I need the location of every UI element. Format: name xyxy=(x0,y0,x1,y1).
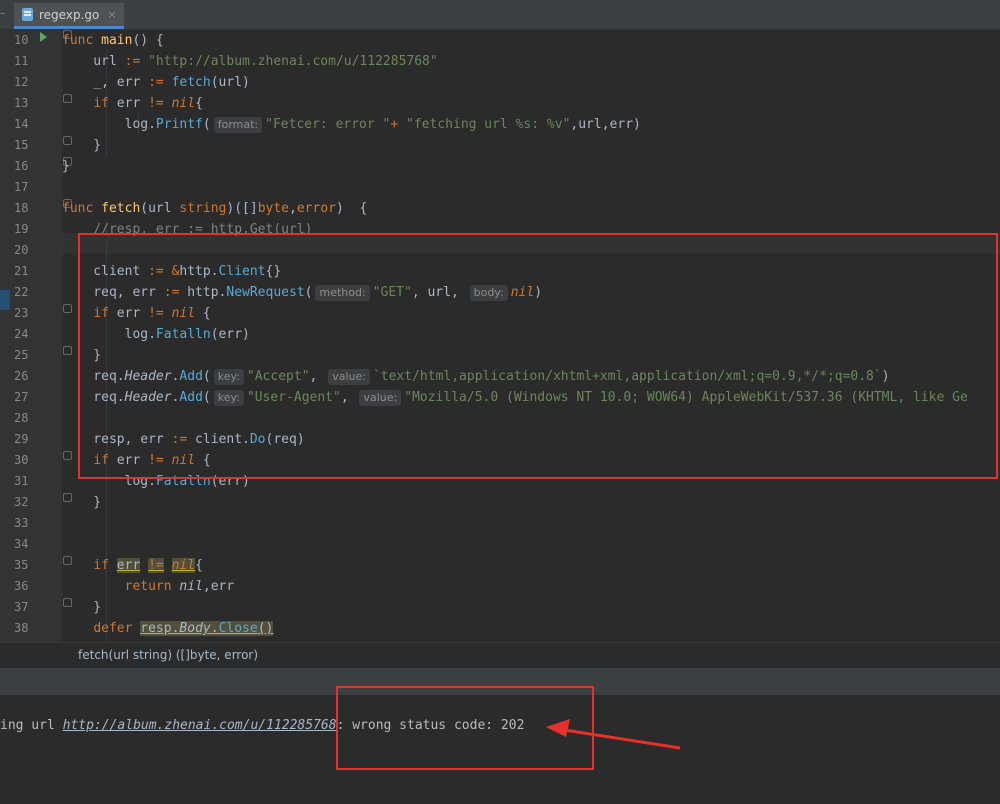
tab-regexp-go[interactable]: regexp.go × xyxy=(14,3,124,29)
code-line-18: func fetch(url string)([]byte,error) { xyxy=(62,201,368,216)
line-number: 32 xyxy=(14,495,29,509)
line-number: 19 xyxy=(14,222,29,236)
code-line-15: } xyxy=(62,138,102,153)
line-number: 16 xyxy=(14,159,29,173)
go-file-icon xyxy=(22,8,33,21)
line-number: 14 xyxy=(14,117,29,131)
code-line-25: } xyxy=(62,348,102,363)
code-line-35: if err != nil{ xyxy=(93,558,203,573)
run-console[interactable]: ing url http://album.zhenai.com/u/112285… xyxy=(0,695,1000,804)
code-line-12: _, err := fetch(url) xyxy=(62,75,250,90)
run-icon[interactable] xyxy=(40,32,47,42)
code-line-26: req.Header.Add(key: "Accept", value: `text… xyxy=(62,369,890,385)
code-line-16: } xyxy=(62,159,70,174)
code-line-21: client := &http.Client{} xyxy=(62,264,282,279)
line-number: 36 xyxy=(14,579,29,593)
code-line-31: log.Fatalln(err) xyxy=(62,474,250,489)
line-number: 38 xyxy=(14,621,29,635)
tab-label: regexp.go xyxy=(39,7,100,22)
code-line-27: req.Header.Add(key: "User-Agent", value: "… xyxy=(62,390,968,406)
line-number: 23 xyxy=(14,306,29,320)
line-number: 17 xyxy=(14,180,29,194)
line-number: 33 xyxy=(14,516,29,530)
code-line-23: if err != nil { xyxy=(93,306,211,321)
line-number: 20 xyxy=(14,243,29,257)
code-line-38: defer resp.Body.Close() xyxy=(93,621,274,636)
line-number: 26 xyxy=(14,369,29,383)
tool-window-strip xyxy=(0,30,12,666)
line-number: 21 xyxy=(14,264,29,278)
line-number: 12 xyxy=(14,75,29,89)
bookmark-marker xyxy=(0,290,10,310)
code-line-36: return nil,err xyxy=(124,579,235,594)
line-number: 30 xyxy=(14,453,29,467)
line-number: 37 xyxy=(14,600,29,614)
line-number: 22 xyxy=(14,285,29,299)
line-number: 29 xyxy=(14,432,29,446)
line-number: 13 xyxy=(14,96,29,110)
code-line-30: if err != nil { xyxy=(93,453,211,468)
console-prefix: ing url xyxy=(0,718,63,733)
editor-tab-bar: – regexp.go × xyxy=(0,0,1000,30)
code-line-29: resp, err := client.Do(req) xyxy=(62,432,305,447)
line-number: 24 xyxy=(14,327,29,341)
line-number: 34 xyxy=(14,537,29,551)
code-editor[interactable]: func main() { url := "http://album.zhena… xyxy=(62,30,1000,642)
code-line-32: } xyxy=(62,495,102,510)
line-number: 25 xyxy=(14,348,29,362)
console-output-line: ing url http://album.zhenai.com/u/112285… xyxy=(0,718,524,733)
code-line-10: func main() { xyxy=(62,33,164,48)
code-line-13: if err != nil{ xyxy=(93,96,203,111)
console-error-suffix: : wrong status code: 202 xyxy=(336,718,525,733)
code-line-24: log.Fatalln(err) xyxy=(62,327,250,342)
close-icon[interactable]: × xyxy=(107,8,116,21)
line-number: 15 xyxy=(14,138,29,152)
line-number: 18 xyxy=(14,201,29,215)
code-line-19: //resp, err := http.Get(url) xyxy=(93,222,313,237)
line-number: 27 xyxy=(14,390,29,404)
code-line-14: log.Printf(format: "Fetcer: error "+ "fet… xyxy=(62,117,641,133)
code-line-11: url := "http://album.zhenai.com/u/112285… xyxy=(62,54,438,69)
code-line-22: req, err := http.NewRequest(method: "GET"… xyxy=(62,285,543,301)
line-number: 31 xyxy=(14,474,29,488)
code-line-37: } xyxy=(62,600,102,615)
breadcrumb-function[interactable]: fetch(url string) ([]byte, error) xyxy=(78,648,258,662)
line-number: 10 xyxy=(14,33,29,47)
line-number: 11 xyxy=(14,54,29,68)
line-number: 35 xyxy=(14,558,29,572)
tab-scroll-indicator: – xyxy=(0,8,5,19)
line-number: 28 xyxy=(14,411,29,425)
breadcrumb[interactable]: fetch(url string) ([]byte, error) xyxy=(0,642,1000,669)
console-url-link[interactable]: http://album.zhenai.com/u/112285768 xyxy=(63,718,337,733)
run-console-toolbar xyxy=(0,668,1000,695)
